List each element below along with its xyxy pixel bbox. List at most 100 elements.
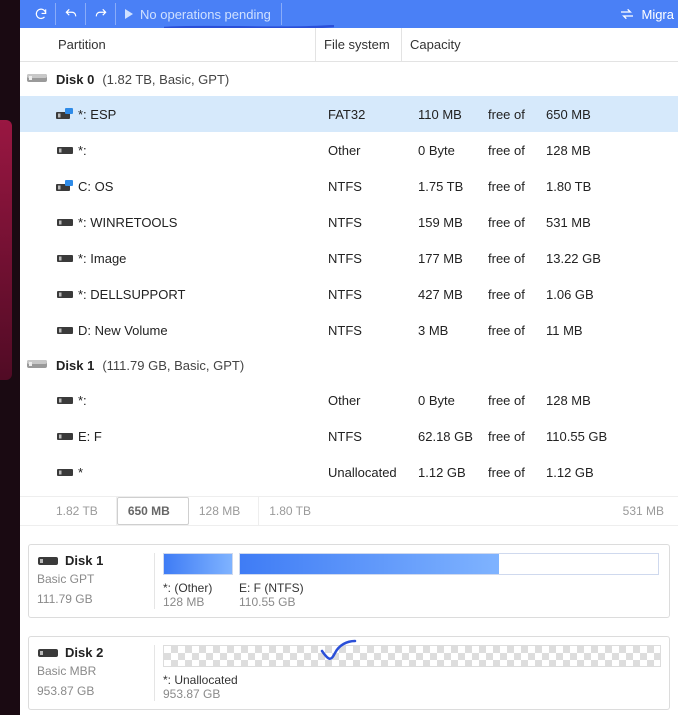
summary-seg-selected[interactable]: 650 MB [117,497,189,525]
undo-button[interactable] [56,3,86,25]
free-of-label: free of [488,429,546,444]
partition-icon [56,466,78,478]
partition-fs: NTFS [328,429,418,444]
partition-fs: NTFS [328,323,418,338]
partition-row[interactable]: *: DELLSUPPORTNTFS427 MBfree of1.06 GB [20,276,678,312]
pending-ops-label: No operations pending [140,7,271,22]
partition-free: 0 Byte [418,393,488,408]
disk1-card-header: Disk 1 Basic GPT 111.79 GB [37,553,155,609]
partition-row[interactable]: *: ESPFAT32110 MBfree of650 MB [20,96,678,132]
partition-fs: Unallocated [328,465,418,480]
seg-sublabel: 110.55 GB [239,595,659,609]
col-partition-header[interactable]: Partition [20,37,315,52]
free-of-label: free of [488,215,546,230]
disk1-seg-ef[interactable] [239,553,659,575]
free-of-label: free of [488,143,546,158]
disk-icon [26,71,48,88]
partition-icon [56,180,78,192]
toolbar: No operations pending Migra [20,0,678,28]
partition-total: 128 MB [546,393,626,408]
free-of-label: free of [488,393,546,408]
partition-free: 1.75 TB [418,179,488,194]
redo-button[interactable] [86,3,116,25]
hand-annotation-underline [164,25,334,28]
partition-icon [56,430,78,442]
disk1-seg-ef-label: E: F (NTFS) 110.55 GB [239,581,659,609]
partition-free: 3 MB [418,323,488,338]
migrate-label: Migra [641,7,674,22]
disk2-sub2: 953.87 GB [37,682,148,700]
seg-label: *: Unallocated [163,673,238,687]
partition-fs: NTFS [328,179,418,194]
partition-total: 1.06 GB [546,287,626,302]
partition-name: E: F [78,429,328,444]
partition-icon [56,144,78,156]
partition-icon [56,252,78,264]
partition-tree: Disk 0 (1.82 TB, Basic, GPT)*: ESPFAT321… [20,62,678,490]
summary-seg: 1.80 TB [259,497,329,525]
partition-total: 531 MB [546,215,626,230]
disk2-seg-unallocated[interactable] [163,645,661,667]
partition-row[interactable]: *: WINRETOOLSNTFS159 MBfree of531 MB [20,204,678,240]
disk2-bar [163,645,661,667]
desktop-edge [0,0,20,715]
free-of-label: free of [488,465,546,480]
redo-icon [94,7,108,21]
seg-sublabel: 128 MB [163,595,233,609]
disk-row[interactable]: Disk 0 (1.82 TB, Basic, GPT) [20,62,678,96]
column-headers: Partition File system Capacity [20,28,678,62]
disk-name: Disk 1 [56,358,94,373]
partition-name: *: [78,143,328,158]
disk1-seg-other[interactable] [163,553,233,575]
summary-seg: 128 MB [189,497,259,525]
refresh-button[interactable] [26,3,56,25]
partition-fs: NTFS [328,287,418,302]
apply-button[interactable]: No operations pending [116,3,282,25]
free-of-label: free of [488,107,546,122]
partition-row[interactable]: *:Other0 Bytefree of128 MB [20,132,678,168]
partition-total: 128 MB [546,143,626,158]
partition-total: 110.55 GB [546,429,626,444]
undo-icon [64,7,78,21]
partition-free: 110 MB [418,107,488,122]
disk2-title: Disk 2 [65,645,103,660]
disk-info: (1.82 TB, Basic, GPT) [102,72,229,87]
disk0-summary-bar: 1.82 TB 650 MB 128 MB 1.80 TB 531 MB [20,496,678,526]
disk-icon [26,357,48,374]
refresh-icon [34,7,48,21]
partition-row[interactable]: *: ImageNTFS177 MBfree of13.22 GB [20,240,678,276]
free-of-label: free of [488,323,546,338]
partition-icon [56,324,78,336]
col-capacity-header[interactable]: Capacity [401,28,678,61]
partition-row[interactable]: *:Other0 Bytefree of128 MB [20,382,678,418]
partition-free: 427 MB [418,287,488,302]
partition-name: *: WINRETOOLS [78,215,328,230]
disk-icon [37,646,59,660]
migrate-button[interactable]: Migra [619,6,678,22]
partition-free: 177 MB [418,251,488,266]
partition-free: 0 Byte [418,143,488,158]
partition-total: 650 MB [546,107,626,122]
partition-fs: Other [328,393,418,408]
partition-name: *: ESP [78,107,328,122]
partition-row[interactable]: C: OSNTFS1.75 TBfree of1.80 TB [20,168,678,204]
partition-name: *: DELLSUPPORT [78,287,328,302]
disk1-card[interactable]: Disk 1 Basic GPT 111.79 GB *: (Other) 12… [28,544,670,618]
disk-row[interactable]: Disk 1 (111.79 GB, Basic, GPT) [20,348,678,382]
partition-icon [56,394,78,406]
disk2-card[interactable]: Disk 2 Basic MBR 953.87 GB *: Unallocate… [28,636,670,710]
partition-total: 1.12 GB [546,465,626,480]
partition-row[interactable]: *Unallocated1.12 GBfree of1.12 GB [20,454,678,490]
disk-name: Disk 0 [56,72,94,87]
partition-row[interactable]: D: New VolumeNTFS3 MBfree of11 MB [20,312,678,348]
partition-total: 1.80 TB [546,179,626,194]
seg-label: E: F (NTFS) [239,581,659,595]
summary-seg: 1.82 TB [56,497,117,525]
disk-info: (111.79 GB, Basic, GPT) [102,358,244,373]
col-filesystem-header[interactable]: File system [315,28,401,61]
partition-row[interactable]: E: FNTFS62.18 GBfree of110.55 GB [20,418,678,454]
disk2-card-header: Disk 2 Basic MBR 953.87 GB [37,645,155,701]
partition-fs: FAT32 [328,107,418,122]
seg-sublabel: 953.87 GB [163,687,238,701]
partition-icon [56,108,78,120]
